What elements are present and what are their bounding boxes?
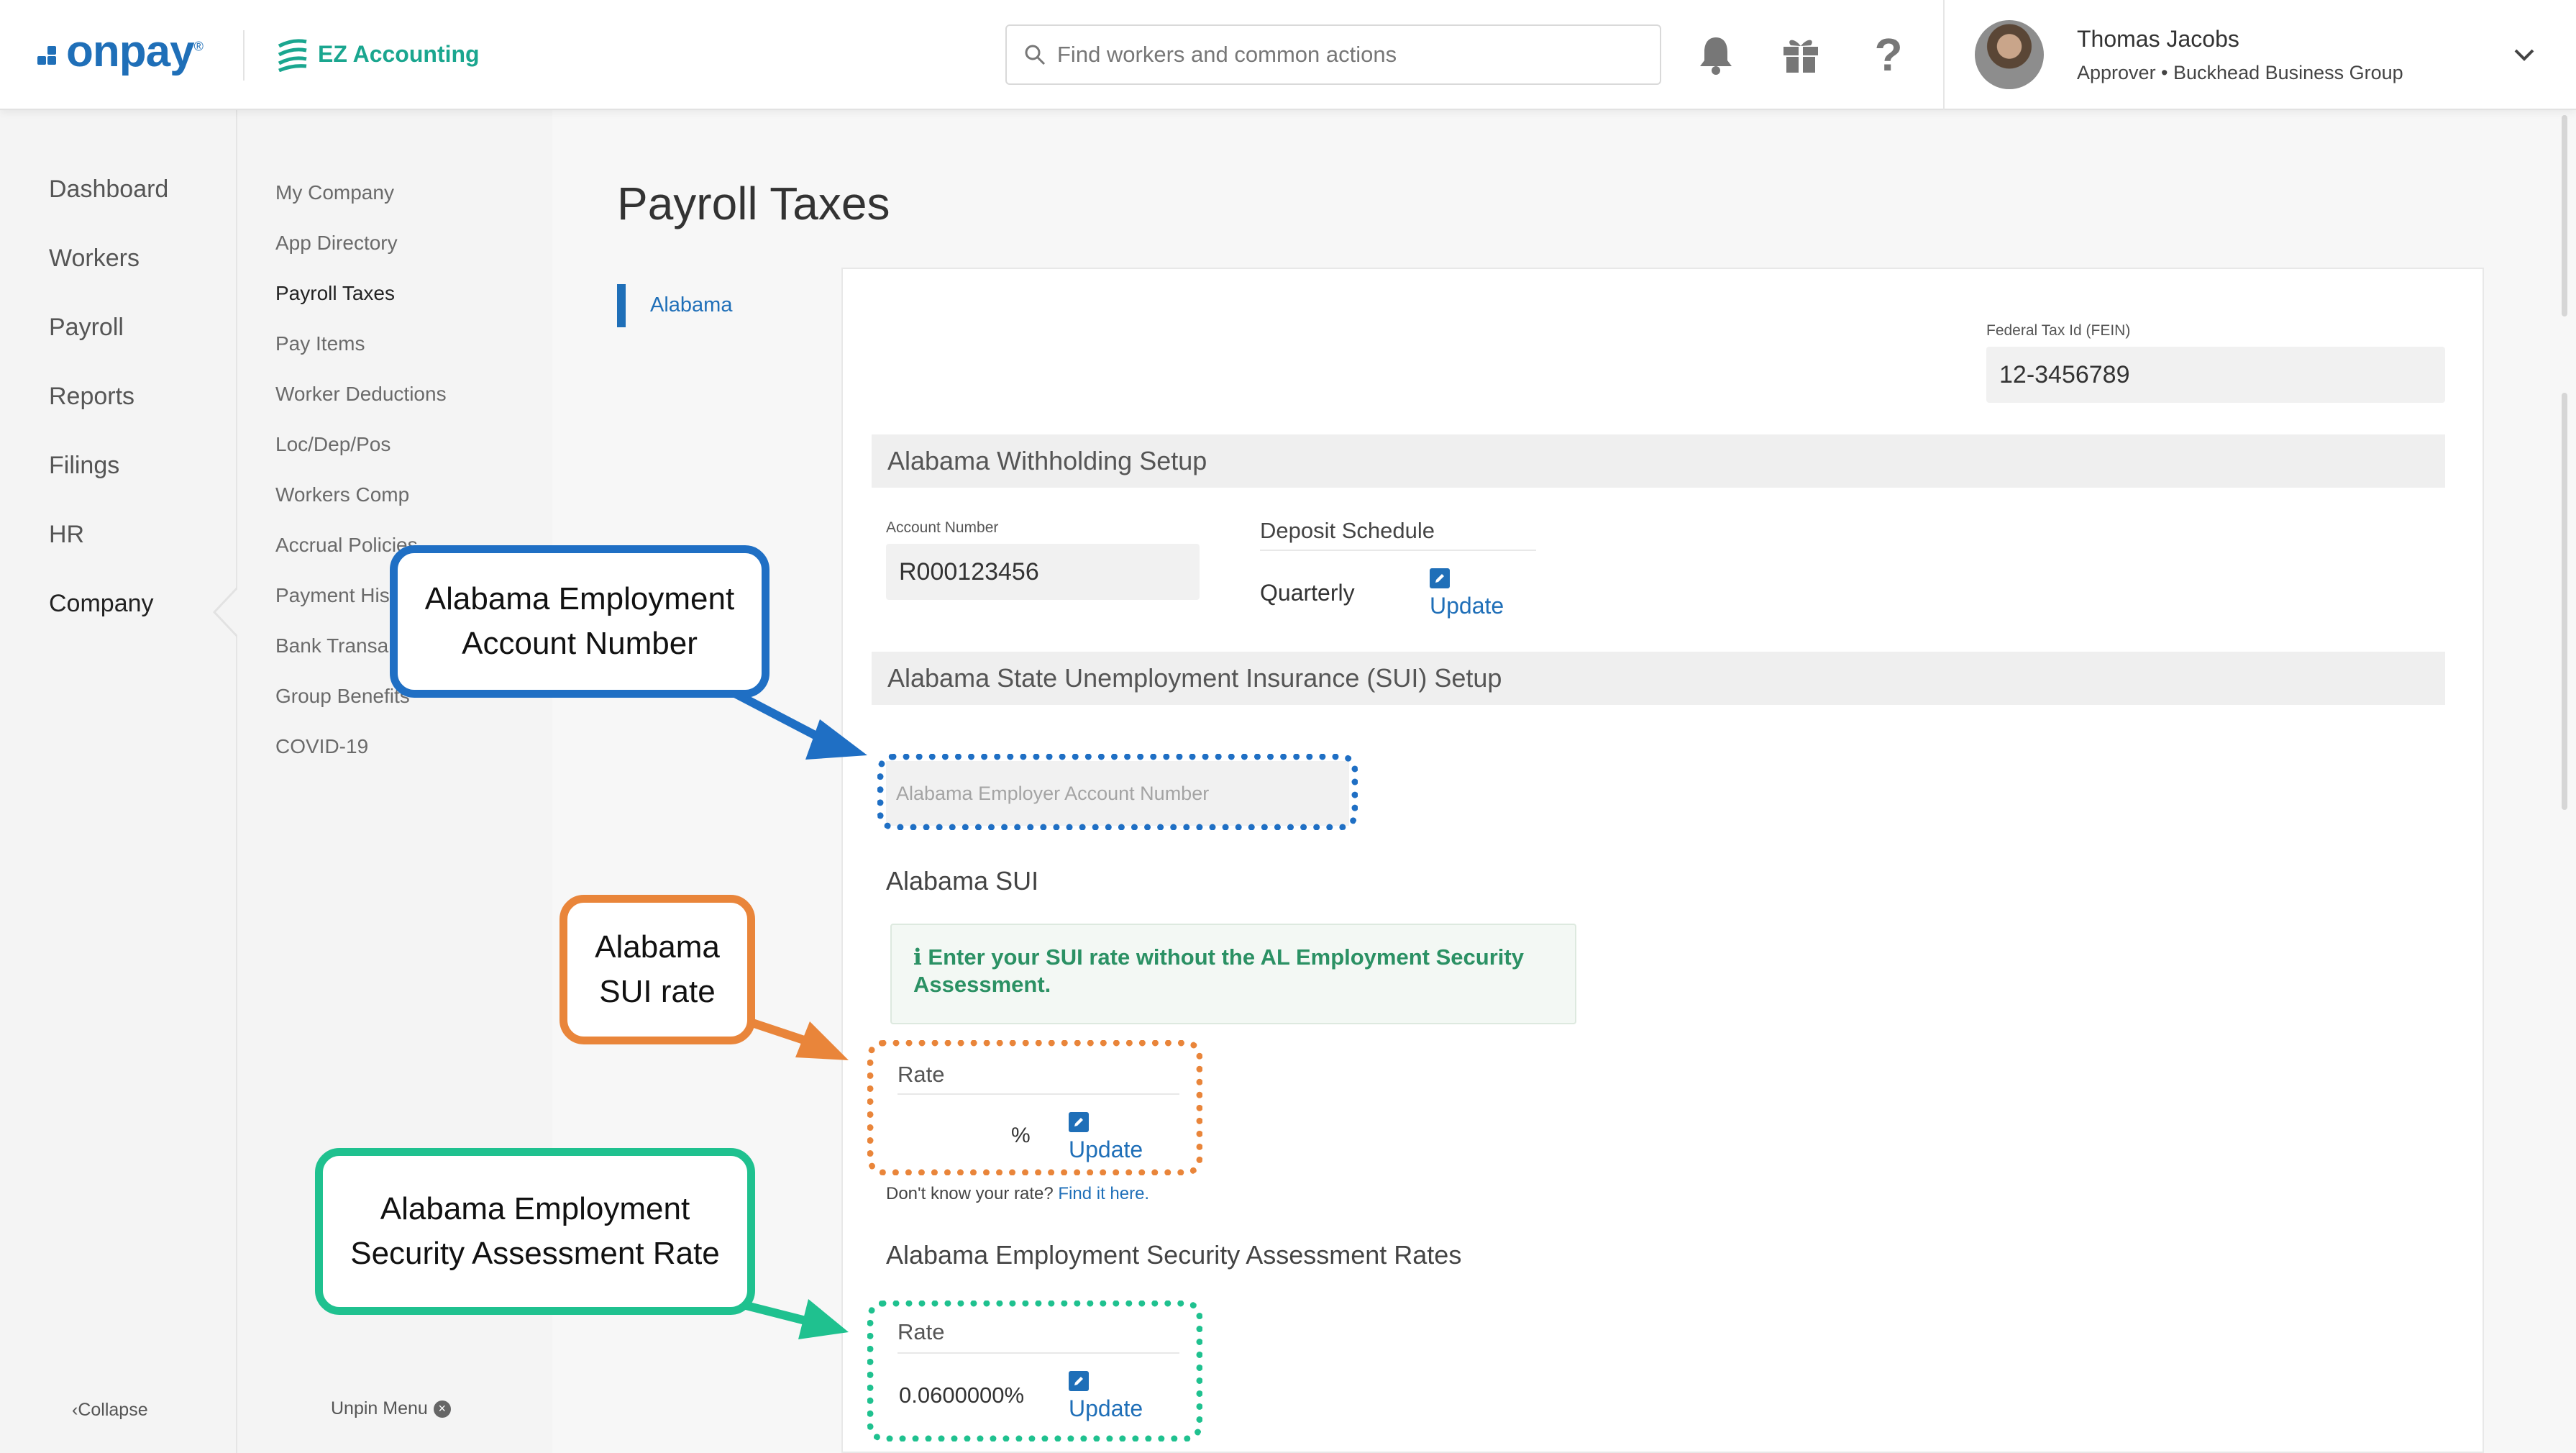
subnav-worker-deductions[interactable]: Worker Deductions bbox=[275, 383, 447, 406]
subnav-payment-history[interactable]: Payment His bbox=[275, 584, 390, 607]
page-title: Payroll Taxes bbox=[617, 178, 890, 229]
subnav-covid-19[interactable]: COVID-19 bbox=[275, 735, 368, 758]
unpin-menu-button[interactable]: Unpin Menu × bbox=[331, 1398, 451, 1419]
find-rate-link[interactable]: Find it here. bbox=[1058, 1184, 1149, 1203]
registered-mark: ® bbox=[193, 39, 204, 54]
scrollbar-thumb[interactable] bbox=[2562, 115, 2567, 316]
logo-divider bbox=[243, 30, 245, 81]
deposit-update-link[interactable]: Update bbox=[1430, 593, 1504, 619]
brand-name: onpay bbox=[66, 27, 195, 76]
esa-subheading: Alabama Employment Security Assessment R… bbox=[886, 1240, 1462, 1270]
subnav-pay-items[interactable]: Pay Items bbox=[275, 332, 365, 355]
unpin-label: Unpin Menu bbox=[331, 1398, 428, 1418]
nav-filings[interactable]: Filings bbox=[49, 452, 119, 480]
user-role: Approver • Buckhead Business Group bbox=[2077, 62, 2403, 83]
nav-reports[interactable]: Reports bbox=[49, 383, 134, 411]
avatar[interactable] bbox=[1975, 20, 2044, 89]
subnav-payroll-taxes[interactable]: Payroll Taxes bbox=[275, 282, 395, 305]
sui-section-header: Alabama State Unemployment Insurance (SU… bbox=[872, 652, 2445, 705]
ez-logo-icon bbox=[278, 39, 307, 72]
account-number-value: R000123456 bbox=[886, 544, 1200, 600]
search-box[interactable] bbox=[1005, 24, 1661, 85]
deposit-schedule-label: Deposit Schedule bbox=[1260, 518, 1435, 543]
callout-security-assessment-rate: Alabama Employment Security Assessment R… bbox=[315, 1148, 755, 1315]
nav-workers[interactable]: Workers bbox=[49, 245, 140, 273]
esa-rate-highlight bbox=[867, 1301, 1202, 1441]
info-icon: i bbox=[913, 944, 922, 970]
tab-alabama[interactable]: Alabama bbox=[650, 293, 732, 317]
onpay-logo[interactable]: onpay® bbox=[37, 26, 204, 77]
bell-icon[interactable] bbox=[1693, 32, 1739, 78]
nav-company[interactable]: Company bbox=[49, 590, 154, 618]
active-tab-indicator bbox=[617, 284, 626, 327]
rate-help-line: Don't know your rate? Find it here. bbox=[886, 1184, 1149, 1204]
active-nav-pointer-fill bbox=[216, 588, 239, 637]
fein-label: Federal Tax Id (FEIN) bbox=[1986, 322, 2131, 339]
sui-info-text: Enter your SUI rate without the AL Emplo… bbox=[913, 944, 1524, 997]
gift-icon[interactable] bbox=[1778, 32, 1824, 78]
edit-icon[interactable] bbox=[1430, 568, 1450, 588]
nav-hr[interactable]: HR bbox=[49, 521, 84, 549]
fein-value: 12-3456789 bbox=[1986, 347, 2445, 403]
scrollbar-thumb-secondary[interactable] bbox=[2562, 393, 2567, 810]
subnav-bank-transactions[interactable]: Bank Transa bbox=[275, 634, 388, 657]
callout-orange-line2: SUI rate bbox=[599, 974, 716, 1009]
callout-sui-rate: Alabama SUI rate bbox=[559, 895, 755, 1044]
callout-employment-account-number: Alabama Employment Account Number bbox=[390, 545, 769, 698]
callout-orange-line1: Alabama bbox=[595, 929, 720, 965]
user-name[interactable]: Thomas Jacobs bbox=[2077, 26, 2239, 53]
help-icon[interactable]: ? bbox=[1865, 29, 1912, 81]
close-circle-icon: × bbox=[433, 1400, 451, 1418]
nav-payroll[interactable]: Payroll bbox=[49, 314, 124, 342]
chevron-down-icon[interactable] bbox=[2510, 40, 2539, 69]
deposit-divider bbox=[1260, 550, 1536, 551]
sui-subheading: Alabama SUI bbox=[886, 866, 1039, 896]
collapse-label: Collapse bbox=[78, 1400, 148, 1420]
primary-nav bbox=[0, 110, 236, 1453]
deposit-schedule-value: Quarterly bbox=[1260, 580, 1355, 606]
withholding-section-header: Alabama Withholding Setup bbox=[872, 434, 2445, 488]
sui-rate-highlight bbox=[867, 1040, 1202, 1175]
nav-dashboard[interactable]: Dashboard bbox=[49, 176, 168, 204]
onpay-logo-icon bbox=[37, 45, 63, 66]
partner-name: EZ Accounting bbox=[318, 40, 480, 67]
callout-blue-line2: Account Number bbox=[462, 626, 698, 661]
callout-blue-line1: Alabama Employment bbox=[424, 581, 735, 616]
header-separator bbox=[1943, 0, 1945, 110]
callout-green-line1: Alabama Employment bbox=[380, 1191, 690, 1226]
search-icon bbox=[1025, 45, 1046, 65]
rate-help-text: Don't know your rate? bbox=[886, 1184, 1054, 1203]
subnav-app-directory[interactable]: App Directory bbox=[275, 232, 398, 255]
subnav-my-company[interactable]: My Company bbox=[275, 181, 394, 204]
subnav-group-benefits[interactable]: Group Benefits bbox=[275, 685, 410, 708]
subnav-loc-dep-pos[interactable]: Loc/Dep/Pos bbox=[275, 433, 390, 456]
callout-green-line2: Security Assessment Rate bbox=[350, 1236, 720, 1271]
top-header: onpay® EZ Accounting ? bbox=[0, 0, 2576, 110]
ez-accounting-logo[interactable]: EZ Accounting bbox=[275, 36, 480, 72]
employer-account-highlight bbox=[877, 754, 1358, 830]
sui-info-box: i Enter your SUI rate without the AL Emp… bbox=[890, 924, 1576, 1024]
collapse-button[interactable]: ‹Collapse bbox=[72, 1400, 148, 1421]
account-number-label: Account Number bbox=[886, 519, 999, 536]
subnav-workers-comp[interactable]: Workers Comp bbox=[275, 483, 409, 506]
search-input[interactable] bbox=[1057, 42, 1647, 68]
